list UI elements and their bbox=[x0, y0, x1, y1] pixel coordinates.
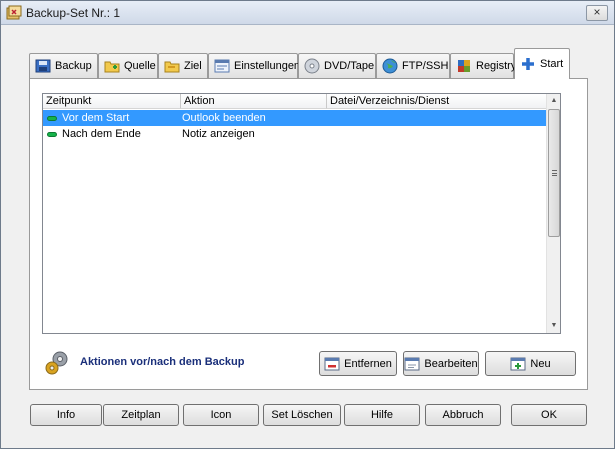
tab-label: Quelle bbox=[124, 60, 156, 72]
disc-icon bbox=[304, 58, 320, 74]
edit-window-icon bbox=[404, 357, 420, 370]
scroll-up-arrow-icon[interactable]: ▲ bbox=[547, 94, 561, 108]
column-header-aktion[interactable]: Aktion bbox=[181, 94, 327, 109]
cell-zeitpunkt-text: Vor dem Start bbox=[62, 112, 130, 124]
close-icon: × bbox=[593, 5, 601, 19]
hilfe-button[interactable]: Hilfe bbox=[344, 404, 420, 426]
tab-quelle[interactable]: Quelle bbox=[98, 53, 158, 78]
vertical-scrollbar[interactable]: ▲ ▼ bbox=[546, 94, 560, 333]
cell-zeitpunkt: Nach dem Ende bbox=[43, 126, 180, 142]
cell-aktion: Notiz anzeigen bbox=[182, 128, 255, 140]
remove-window-icon bbox=[324, 357, 340, 370]
tab-strip: Backup Quelle Ziel Einstellungen DVD/Tap… bbox=[29, 47, 589, 79]
list-header: Zeitpunkt Aktion Datei/Verzeichnis/Diens… bbox=[43, 94, 559, 109]
tab-registry[interactable]: Registry bbox=[450, 53, 517, 78]
target-folder-icon bbox=[164, 61, 180, 73]
app-icon bbox=[6, 5, 22, 20]
cell-zeitpunkt-text: Nach dem Ende bbox=[62, 128, 141, 140]
icon-button[interactable]: Icon bbox=[183, 404, 259, 426]
close-button[interactable]: × bbox=[586, 5, 608, 21]
window-title: Backup-Set Nr.: 1 bbox=[26, 6, 121, 20]
tab-label: FTP/SSH bbox=[402, 60, 449, 72]
edit-button-label: Bearbeiten bbox=[424, 357, 478, 370]
edit-button[interactable]: Bearbeiten bbox=[403, 351, 479, 376]
plus-icon bbox=[522, 58, 534, 70]
cell-ziel bbox=[326, 110, 559, 126]
source-folder-icon bbox=[104, 61, 120, 73]
status-dot-icon bbox=[47, 115, 57, 121]
start-tab-panel: Zeitpunkt Aktion Datei/Verzeichnis/Diens… bbox=[29, 78, 588, 390]
actions-list[interactable]: Zeitpunkt Aktion Datei/Verzeichnis/Diens… bbox=[42, 93, 561, 334]
cell-aktion: Outlook beenden bbox=[182, 112, 266, 124]
cell-ziel bbox=[326, 126, 559, 142]
gears-icon bbox=[45, 351, 68, 375]
registry-icon bbox=[458, 60, 470, 72]
set-loeschen-button[interactable]: Set Löschen bbox=[263, 404, 341, 426]
scroll-thumb[interactable] bbox=[548, 109, 560, 237]
tab-dvd-tape[interactable]: DVD/Tape bbox=[298, 53, 376, 78]
new-button-label: Neu bbox=[530, 357, 551, 370]
tab-backup[interactable]: Backup bbox=[29, 53, 98, 78]
new-window-icon bbox=[510, 357, 526, 370]
tab-label: Registry bbox=[476, 60, 517, 72]
backup-set-window: Backup-Set Nr.: 1 × Backup Quelle Ziel E… bbox=[0, 0, 615, 449]
tab-ftp-ssh[interactable]: FTP/SSH bbox=[376, 53, 450, 78]
title-bar[interactable]: Backup-Set Nr.: 1 × bbox=[1, 1, 614, 25]
scroll-grip-icon bbox=[552, 170, 557, 176]
remove-button[interactable]: Entfernen bbox=[319, 351, 397, 376]
remove-button-label: Entfernen bbox=[344, 357, 392, 370]
list-row[interactable]: Nach dem Ende Notiz anzeigen bbox=[43, 126, 559, 142]
backup-icon bbox=[35, 59, 51, 73]
zeitplan-button[interactable]: Zeitplan bbox=[103, 404, 179, 426]
column-header-ziel[interactable]: Datei/Verzeichnis/Dienst bbox=[327, 94, 559, 109]
ok-button[interactable]: OK bbox=[511, 404, 587, 426]
tab-start[interactable]: Start bbox=[514, 48, 570, 79]
tab-einstellungen[interactable]: Einstellungen bbox=[208, 53, 301, 78]
tab-label: Einstellungen bbox=[234, 60, 301, 72]
settings-icon bbox=[214, 59, 230, 73]
scroll-down-arrow-icon[interactable]: ▼ bbox=[547, 319, 561, 333]
tab-label: Start bbox=[540, 58, 564, 70]
actions-caption: Aktionen vor/nach dem Backup bbox=[80, 356, 245, 368]
tab-label: Backup bbox=[55, 60, 92, 72]
new-button[interactable]: Neu bbox=[485, 351, 576, 376]
cell-zeitpunkt: Vor dem Start bbox=[43, 110, 180, 126]
info-button[interactable]: Info bbox=[30, 404, 102, 426]
list-row[interactable]: Vor dem Start Outlook beenden bbox=[43, 110, 559, 126]
tab-ziel[interactable]: Ziel bbox=[158, 53, 208, 78]
globe-icon bbox=[382, 58, 398, 74]
column-header-zeitpunkt[interactable]: Zeitpunkt bbox=[43, 94, 181, 109]
status-dot-icon bbox=[47, 131, 57, 137]
tab-label: Ziel bbox=[184, 60, 202, 72]
abbruch-button[interactable]: Abbruch bbox=[425, 404, 501, 426]
tab-label: DVD/Tape bbox=[324, 60, 375, 72]
